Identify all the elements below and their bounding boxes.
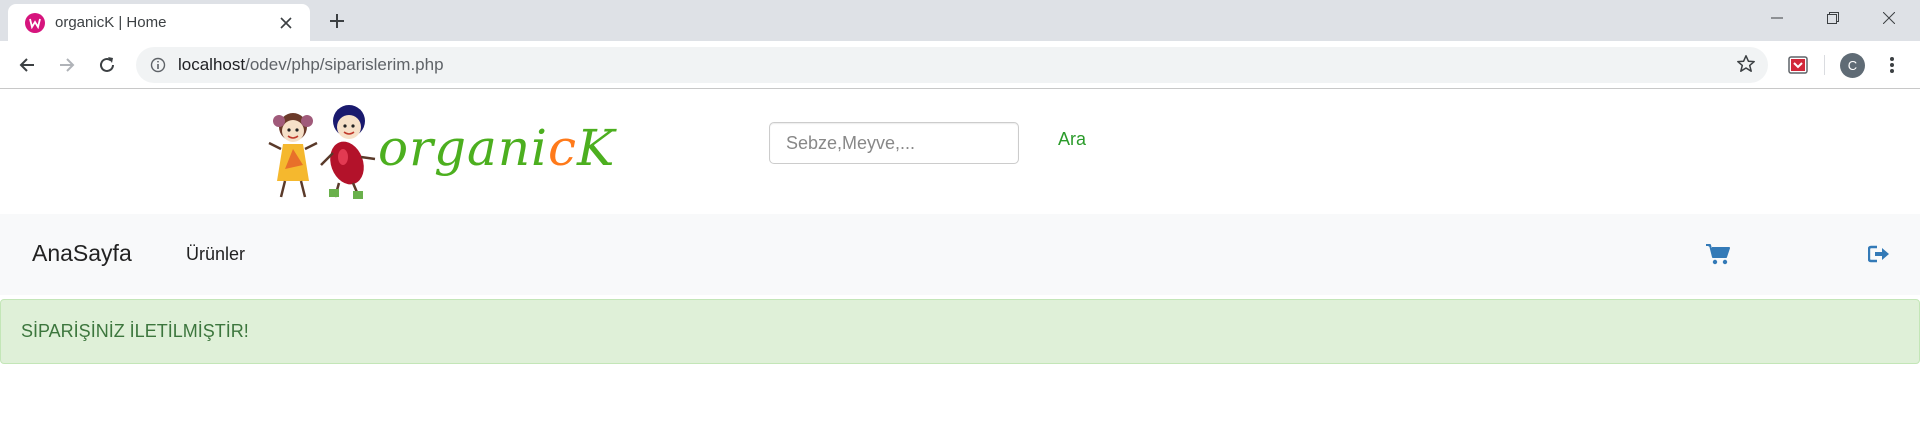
search-input[interactable] bbox=[769, 122, 1019, 164]
logout-icon[interactable] bbox=[1868, 245, 1890, 263]
site-header: organicK Ara bbox=[0, 89, 1920, 214]
url-host: localhost bbox=[178, 55, 246, 74]
tab-close-icon[interactable] bbox=[272, 9, 300, 37]
pocket-extension-icon[interactable] bbox=[1784, 51, 1812, 79]
nav-link-products[interactable]: Ürünler bbox=[186, 244, 245, 265]
navbar-brand-home[interactable]: AnaSayfa bbox=[32, 240, 132, 267]
tab-title: organicK | Home bbox=[55, 14, 167, 31]
address-bar[interactable]: localhost/odev/php/siparislerim.php bbox=[136, 47, 1768, 83]
search-button[interactable]: Ara bbox=[1058, 129, 1086, 150]
logo-text-part-3: K bbox=[577, 119, 616, 177]
url-text: localhost/odev/php/siparislerim.php bbox=[178, 55, 444, 75]
browser-menu-icon[interactable] bbox=[1880, 53, 1904, 77]
organick-logo[interactable]: organicK bbox=[263, 99, 614, 203]
minimize-icon[interactable] bbox=[1754, 0, 1800, 36]
reload-icon[interactable] bbox=[92, 50, 122, 80]
alert-message: SİPARİŞİNİZ İLETİLMİŞTİR! bbox=[21, 321, 249, 341]
toolbar-separator bbox=[1824, 55, 1825, 75]
kids-logo-icon bbox=[268, 105, 376, 199]
close-window-icon[interactable] bbox=[1866, 0, 1912, 36]
browser-tabstrip: organicK | Home bbox=[0, 0, 1920, 41]
browser-tab-active[interactable]: organicK | Home bbox=[8, 4, 310, 41]
browser-toolbar: localhost/odev/php/siparislerim.php C bbox=[0, 41, 1920, 89]
new-tab-icon[interactable] bbox=[322, 6, 352, 36]
profile-avatar[interactable]: C bbox=[1840, 53, 1865, 78]
shopping-cart-icon[interactable] bbox=[1705, 243, 1731, 265]
url-path: /odev/php/siparislerim.php bbox=[245, 55, 444, 74]
logo-text-part-1: organi bbox=[378, 119, 549, 177]
back-arrow-icon[interactable] bbox=[12, 50, 42, 80]
web-page: organicK Ara AnaSayfa Ürünler SİPARİŞİNİ… bbox=[0, 89, 1920, 425]
forward-arrow-icon[interactable] bbox=[52, 50, 82, 80]
site-info-icon[interactable] bbox=[150, 57, 166, 73]
logo-text-part-2: c bbox=[548, 119, 578, 177]
main-navbar: AnaSayfa Ürünler bbox=[0, 214, 1920, 295]
restore-icon[interactable] bbox=[1810, 0, 1856, 36]
order-success-alert: SİPARİŞİNİZ İLETİLMİŞTİR! bbox=[0, 299, 1920, 364]
wamp-favicon-icon bbox=[25, 12, 45, 33]
bookmark-star-icon[interactable] bbox=[1736, 54, 1756, 74]
logo-wordmark: organicK bbox=[378, 119, 615, 177]
